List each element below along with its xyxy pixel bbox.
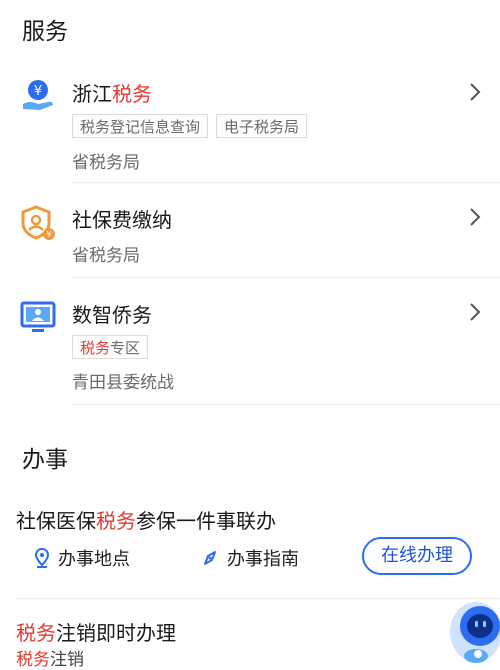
online-handle-button[interactable]: 在线办理 (362, 537, 472, 575)
chevron-right-icon (470, 303, 481, 321)
service-item-digital-overseas-affairs[interactable]: 数智侨务 税务专区 青田县委统战 (0, 290, 500, 400)
location-label: 办事地点 (58, 549, 130, 570)
service-provider: 省税务局 (72, 153, 140, 173)
chevron-right-icon (470, 208, 481, 226)
service-name: 社保费缴纳 (72, 208, 172, 232)
task-title[interactable]: 税务注销即时办理 (16, 617, 176, 646)
location-action[interactable]: 办事地点 (34, 545, 130, 571)
svg-text:¥: ¥ (34, 84, 42, 99)
service-item-zhejiang-tax[interactable]: ¥ 浙江税务 税务登记信息查询 电子税务局 省税务局 (0, 70, 500, 180)
service-provider: 省税务局 (72, 246, 140, 266)
guide-label: 办事指南 (227, 549, 299, 570)
service-tag: 电子税务局 (216, 114, 308, 138)
divider (16, 598, 500, 599)
compass-icon (204, 551, 216, 565)
divider (72, 182, 500, 183)
tasks-section-title: 办事 (22, 447, 68, 473)
service-name: 浙江税务 (72, 82, 152, 106)
task-title[interactable]: 社保医保税务参保一件事联办 (16, 505, 276, 534)
service-item-social-security-payment[interactable]: ¥ 社保费缴纳 省税务局 (0, 195, 500, 275)
divider (72, 277, 500, 278)
monitor-user-icon (20, 301, 56, 332)
task-subtitle: 税务注销 (16, 650, 84, 670)
location-pin-icon (34, 548, 50, 568)
svg-text:¥: ¥ (46, 230, 51, 239)
service-tag: 税务专区 (72, 335, 149, 359)
chevron-right-icon (470, 83, 481, 101)
divider (72, 404, 500, 405)
service-tag: 税务登记信息查询 (72, 114, 209, 138)
guide-action[interactable]: 办事指南 (201, 545, 299, 571)
assistant-robot-icon[interactable] (442, 590, 500, 667)
social-security-shield-icon: ¥ (21, 205, 55, 240)
services-section-title: 服务 (22, 19, 68, 45)
tax-hand-icon: ¥ (23, 80, 53, 110)
service-provider: 青田县委统战 (72, 373, 174, 393)
service-name: 数智侨务 (72, 303, 152, 327)
